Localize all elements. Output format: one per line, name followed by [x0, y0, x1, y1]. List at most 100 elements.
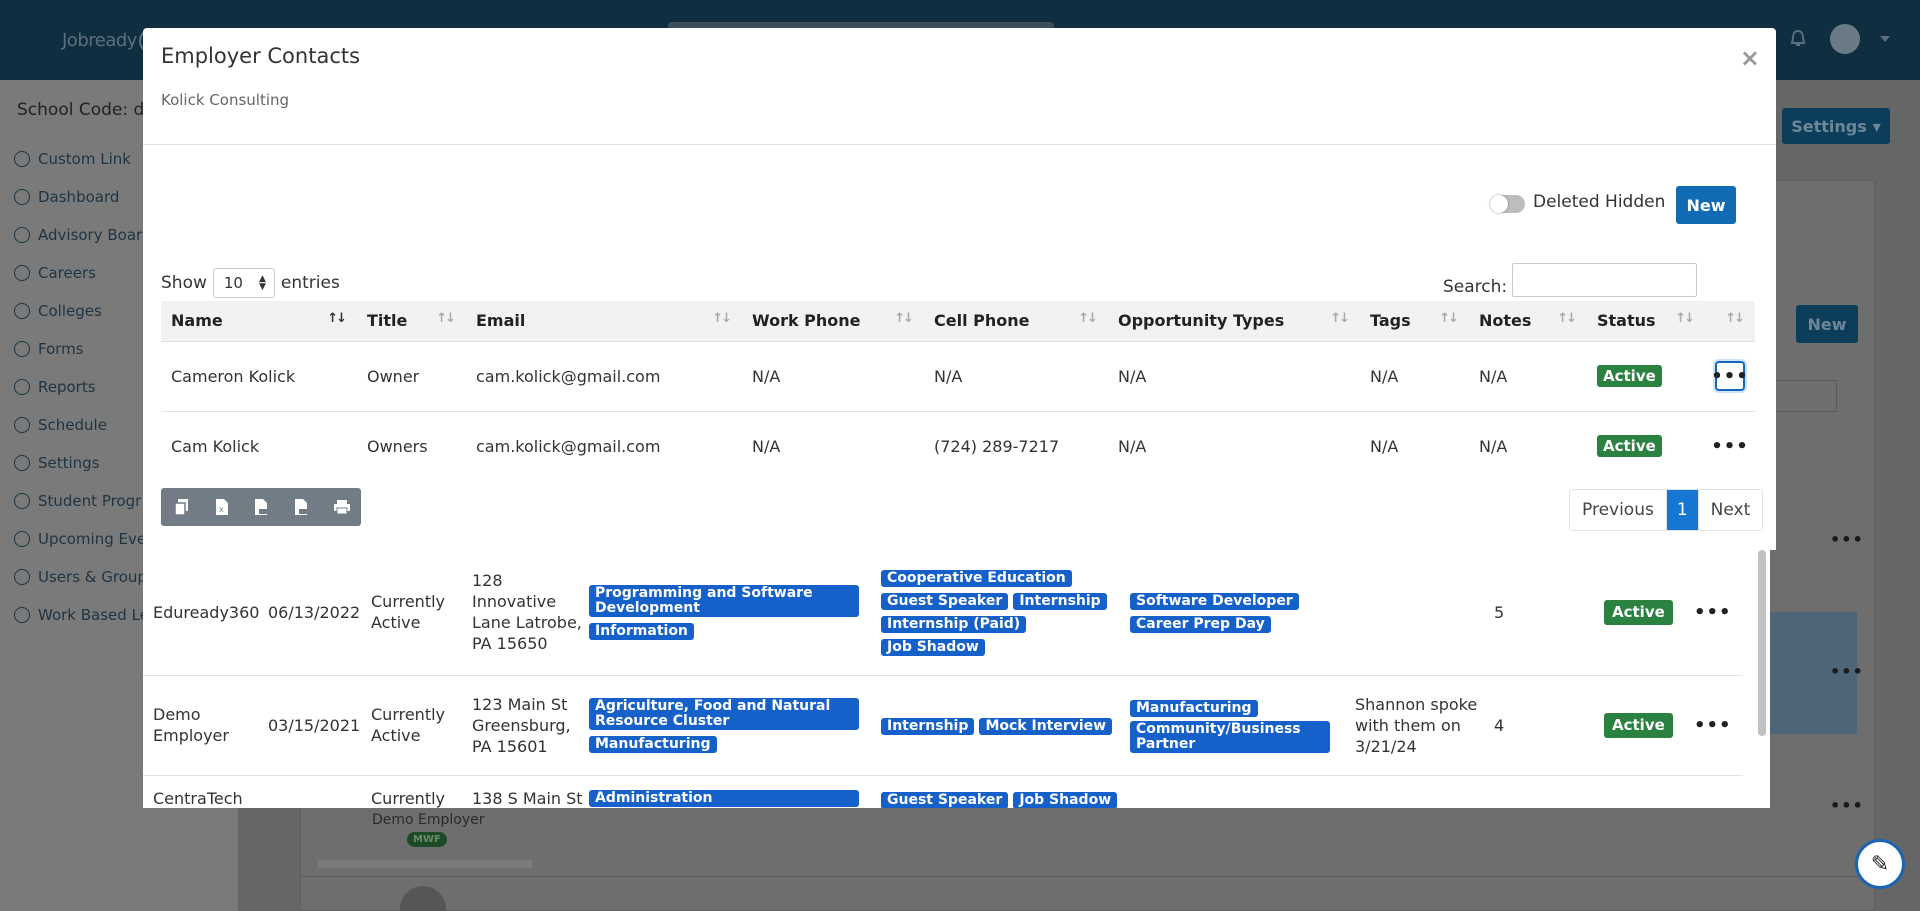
sidebar-item-upcoming-eve[interactable]: Upcoming Eve	[14, 520, 149, 558]
column-header[interactable]: Notes ↑↓	[1469, 301, 1587, 342]
column-header[interactable]: Opportunity Types ↑↓	[1108, 301, 1360, 342]
pdf-icon[interactable]	[289, 494, 315, 520]
close-icon[interactable]: ×	[1740, 44, 1760, 72]
tag-badge: Internship	[881, 717, 975, 735]
cell-notes	[1355, 550, 1494, 676]
table-row[interactable]: Eduready360 06/13/2022 Currently Active 128…	[143, 550, 1743, 676]
sidebar-item-advisory-boar[interactable]: Advisory Boar	[14, 216, 149, 254]
print-icon[interactable]	[329, 494, 355, 520]
user-avatar[interactable]	[1830, 24, 1860, 54]
column-header[interactable]: Tags ↑↓	[1360, 301, 1469, 342]
search-input[interactable]	[1512, 263, 1697, 297]
previous-page-button[interactable]: Previous	[1570, 490, 1666, 530]
sidebar-item-users-group[interactable]: Users & Group	[14, 558, 149, 596]
excel-icon[interactable]: x	[209, 494, 235, 520]
cell-notes: N/A	[1469, 341, 1587, 412]
cell-notes: N/A	[1479, 436, 1508, 456]
entries-select[interactable]: 10 ▲ ▼	[212, 268, 275, 298]
column-header[interactable]: Name ↑↓	[161, 301, 357, 342]
row-actions-icon[interactable]: •••	[1830, 662, 1864, 681]
sort-icon: ↑↓	[1557, 311, 1577, 326]
sidebar-item-student-progr[interactable]: Student Progr	[14, 482, 149, 520]
sort-icon: ↑↓	[327, 311, 347, 326]
next-page-button[interactable]: Next	[1697, 490, 1763, 530]
modal-title: Employer Contacts	[161, 44, 361, 68]
column-header-label: Name	[171, 311, 223, 331]
chevron-down-icon[interactable]	[1880, 36, 1890, 42]
sidebar-item-custom-link[interactable]: Custom Link	[14, 140, 149, 178]
tag-badge: Agriculture, Food and Natural Resource C…	[589, 697, 859, 730]
copy-icon[interactable]	[169, 494, 195, 520]
cell-name: Eduready360	[143, 550, 268, 676]
status-badge: Active	[1604, 599, 1673, 625]
tag-badge: Manufacturing	[1130, 699, 1258, 717]
sidebar-item-dashboard[interactable]: Dashboard	[14, 178, 149, 216]
sidebar-item-label: Settings	[38, 454, 100, 472]
row-actions-button[interactable]: •••	[1694, 602, 1732, 623]
column-header[interactable]: Title ↑↓	[357, 301, 466, 342]
divider	[143, 144, 1776, 145]
contacts-table: Name ↑↓ Title ↑↓ Email ↑↓ Work Phone ↑↓ Cell Pho…	[161, 301, 1755, 481]
sidebar-item-careers[interactable]: Careers	[14, 254, 149, 292]
table-row: Cameron Kolick Owner cam.kolick@gmail.com N…	[161, 341, 1755, 412]
sort-icon: ↑↓	[1439, 311, 1459, 326]
row-actions-button[interactable]: •••	[1711, 431, 1748, 461]
sidebar-item-colleges[interactable]: Colleges	[14, 292, 149, 330]
cell-status: Active	[1604, 550, 1694, 676]
scrollbar[interactable]	[1758, 550, 1766, 736]
cell-actions	[1694, 775, 1743, 808]
row-actions-button[interactable]: •••	[1711, 361, 1748, 391]
sidebar-item-label: Advisory Boar	[38, 226, 143, 244]
help-chat-button[interactable]: ✎	[1855, 839, 1905, 889]
cell-name: Demo Employer	[143, 675, 268, 776]
column-header[interactable]: Work Phone ↑↓	[742, 301, 924, 342]
cell-opportunity-types: N/A	[1108, 341, 1360, 412]
cell-actions: •••	[1694, 550, 1743, 676]
row-actions-icon[interactable]: •••	[1830, 796, 1864, 815]
deleted-hidden-toggle[interactable]	[1490, 195, 1525, 213]
table-row[interactable]: Demo Employer 03/15/2021 Currently Active 1…	[143, 675, 1743, 776]
csv-icon[interactable]	[249, 494, 275, 520]
cell-count: 4	[1494, 675, 1604, 776]
cell-cell-phone: N/A	[924, 341, 1108, 412]
table-row: Cam Kolick Owners cam.kolick@gmail.com N/A (…	[161, 411, 1755, 481]
column-header[interactable]: Cell Phone ↑↓	[924, 301, 1108, 342]
column-header[interactable]: ↑↓	[1705, 301, 1755, 342]
sidebar-item-forms[interactable]: Forms	[14, 330, 149, 368]
cell-email[interactable]: cam.kolick@gmail.com	[466, 411, 742, 481]
entries-length-control: Show 10 ▲ ▼ entries	[161, 268, 340, 298]
new-contact-button[interactable]: New	[1676, 186, 1736, 224]
sidebar-item-work-based-le[interactable]: Work Based Le	[14, 596, 149, 634]
sort-icon: ↑↓	[1675, 311, 1695, 326]
cell-opportunities: Guest Speaker Job Shadow	[881, 775, 1130, 808]
cell-cell-phone: (724) 289-7217	[934, 436, 1060, 456]
row-actions-icon[interactable]: •••	[1830, 530, 1864, 549]
sidebar-item-settings[interactable]: Settings	[14, 444, 149, 482]
settings-button[interactable]: Settings ▾	[1782, 108, 1890, 144]
cell-tags: N/A	[1370, 436, 1399, 456]
column-header-label: Email	[476, 311, 526, 331]
sidebar-item-schedule[interactable]: Schedule	[14, 406, 149, 444]
sort-icon: ↑↓	[1725, 311, 1745, 326]
cell-email[interactable]: cam.kolick@gmail.com	[466, 341, 742, 412]
column-header[interactable]: Email ↑↓	[466, 301, 742, 342]
tag-badge: Job Shadow	[1013, 791, 1118, 808]
cell-status	[1604, 775, 1694, 808]
sidebar-item-label: Dashboard	[38, 188, 120, 206]
tag-badge: Internship	[1013, 593, 1107, 611]
row-actions-button[interactable]: •••	[1694, 715, 1732, 736]
cell-notes: Shannon spoke with them on 3/21/24	[1355, 675, 1494, 776]
status-badge: Active	[1597, 435, 1662, 458]
cell-status: Active	[1587, 411, 1705, 481]
college-icon	[14, 303, 30, 319]
column-header[interactable]: Status ↑↓	[1587, 301, 1705, 342]
tag-badge: Programming and Software Development	[589, 584, 859, 617]
page-1-button[interactable]: 1	[1665, 490, 1698, 530]
table-row[interactable]: CentraTech Currently 138 S Main St Administ…	[143, 775, 1743, 808]
cell-date: 03/15/2021	[268, 675, 371, 776]
cell-careers: Manufacturing Community/Business Partner	[1130, 675, 1355, 776]
status-badge: Active	[1604, 712, 1673, 738]
new-employer-button[interactable]: New	[1796, 305, 1858, 343]
bell-icon[interactable]	[1788, 29, 1808, 49]
sidebar-item-reports[interactable]: Reports	[14, 368, 149, 406]
